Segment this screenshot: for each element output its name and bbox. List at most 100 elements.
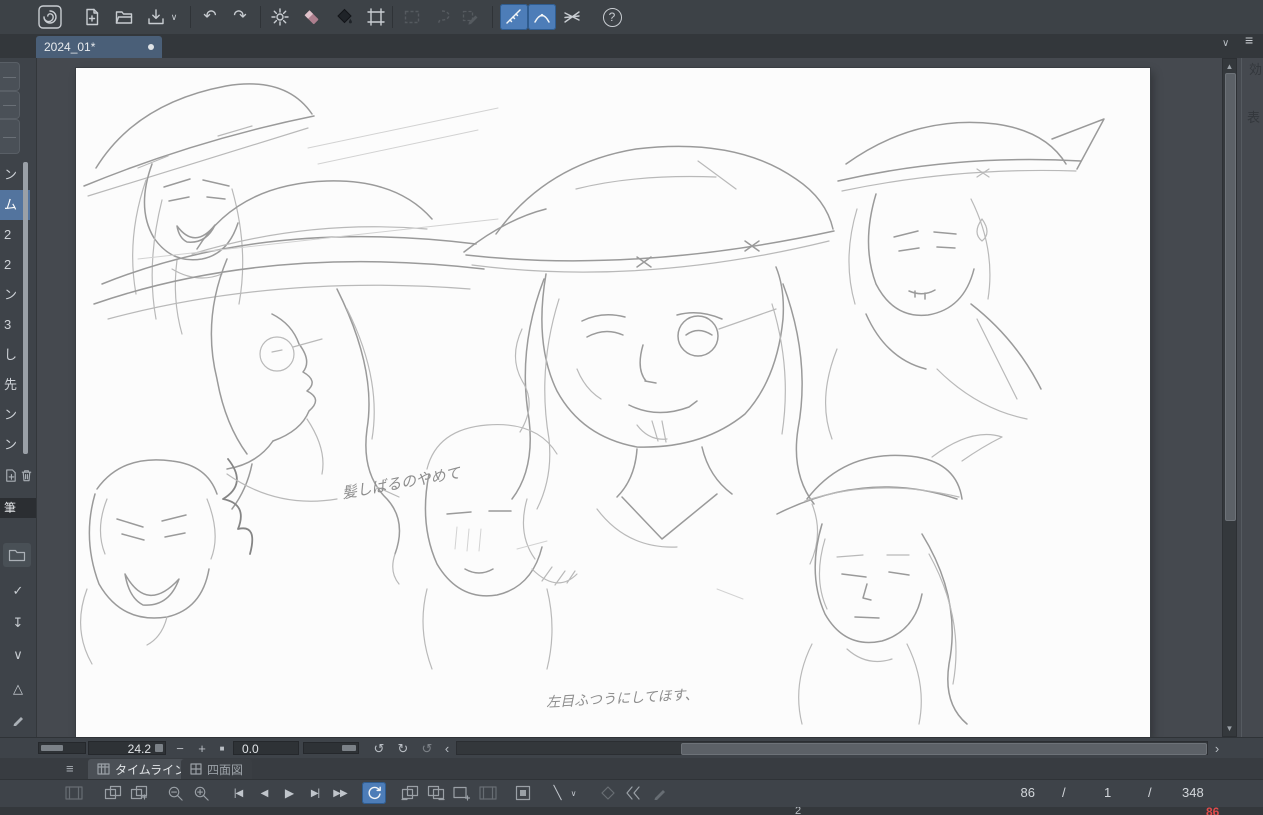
zoom-slider-thumb[interactable] bbox=[41, 745, 63, 751]
zoom-slider[interactable] bbox=[38, 742, 86, 754]
subtool-scrollbar[interactable] bbox=[23, 162, 28, 454]
line-tool-button[interactable]: ╲ bbox=[548, 782, 566, 804]
snap-to-grid-button[interactable] bbox=[558, 4, 586, 30]
snap-curve-icon bbox=[532, 7, 552, 27]
next-frame-button[interactable]: ▶| bbox=[303, 782, 327, 804]
previous-frame-button[interactable]: ◀ bbox=[252, 782, 276, 804]
vertical-scrollbar-thumb[interactable] bbox=[1225, 73, 1236, 521]
tab-timeline[interactable]: タイムライン bbox=[88, 759, 195, 779]
new-subtool-button[interactable] bbox=[3, 468, 18, 486]
drawing-canvas[interactable]: 髪しばるのやめて 左目ふつうにしてほす、 bbox=[76, 68, 1150, 737]
deselect-button[interactable] bbox=[398, 4, 426, 30]
scroll-left-arrow[interactable]: ‹ bbox=[440, 740, 454, 757]
collapsed-panel-fragment[interactable] bbox=[0, 62, 20, 91]
play-button[interactable]: ▶ bbox=[277, 782, 301, 804]
open-file-button[interactable] bbox=[110, 4, 138, 30]
clear-button[interactable] bbox=[266, 4, 294, 30]
palette-band-brush[interactable]: 筆 bbox=[0, 498, 36, 518]
vertical-scrollbar[interactable]: ▲ ▼ bbox=[1222, 58, 1237, 737]
reset-rotation-button[interactable]: ↺ bbox=[416, 740, 438, 757]
new-cel-folder-button[interactable] bbox=[127, 782, 151, 804]
timeline-controls-row: |◀ ◀ ▶ ▶| ▶▶ ╲ ∨ bbox=[0, 779, 1263, 807]
fill-button[interactable] bbox=[330, 4, 358, 30]
onion-skin-prev-button[interactable] bbox=[398, 782, 422, 804]
scroll-right-arrow[interactable]: › bbox=[1210, 740, 1224, 757]
tab-four-view[interactable]: 四面図 bbox=[181, 759, 252, 779]
timeline-ruler[interactable]: 2 86 bbox=[0, 807, 1263, 815]
timeline-tab-bar: ≡ タイムライン 四面図 bbox=[0, 758, 1263, 780]
zoom-value[interactable]: 24.2 bbox=[88, 741, 166, 755]
timeline-zoom-out-button[interactable] bbox=[163, 782, 187, 804]
collapsed-panel-fragment[interactable] bbox=[0, 119, 20, 154]
invert-selection-button[interactable] bbox=[428, 4, 456, 30]
ruler-current-frame-marker: 86 bbox=[1206, 807, 1219, 815]
frame-separator: / bbox=[1148, 785, 1152, 800]
undo-button[interactable]: ↶ bbox=[196, 4, 224, 30]
expand-button[interactable]: ∨ bbox=[6, 644, 30, 666]
keyframe-button[interactable] bbox=[596, 782, 620, 804]
document-tab[interactable]: 2024_01* bbox=[36, 36, 162, 58]
chevron-down-icon: ∨ bbox=[171, 13, 178, 22]
zoom-spin-handle[interactable] bbox=[155, 744, 163, 752]
horizontal-scrollbar[interactable] bbox=[456, 741, 1208, 755]
frame-rate-button[interactable] bbox=[622, 782, 646, 804]
rotation-slider-thumb[interactable] bbox=[342, 745, 356, 751]
new-file-button[interactable] bbox=[78, 4, 106, 30]
redo-button[interactable]: ↷ bbox=[226, 4, 254, 30]
chevron-down-icon: ∨ bbox=[1222, 38, 1229, 49]
snap-to-special-ruler-button[interactable] bbox=[528, 4, 556, 30]
rotation-value[interactable]: 0.0 bbox=[233, 741, 299, 755]
onion-skin-next-button[interactable] bbox=[424, 782, 448, 804]
loop-playback-button[interactable] bbox=[362, 782, 386, 804]
triangle-tool-button[interactable]: △ bbox=[6, 678, 30, 700]
selection-pen-button[interactable] bbox=[456, 4, 484, 30]
document-tab-title: 2024_01* bbox=[44, 40, 95, 54]
save-menu-chevron[interactable]: ∨ bbox=[166, 4, 182, 30]
skip-to-start-button[interactable]: |◀ bbox=[226, 782, 250, 804]
sketch-character-bottom-center bbox=[423, 425, 577, 669]
onion-skin-toggle-button[interactable] bbox=[511, 782, 535, 804]
pencil-tool-button[interactable] bbox=[6, 708, 30, 730]
collapsed-panel-fragment[interactable] bbox=[0, 91, 20, 119]
new-file-icon bbox=[82, 7, 102, 27]
tab-list-button[interactable]: ∨ bbox=[1222, 38, 1229, 49]
scroll-down-arrow[interactable]: ▼ bbox=[1223, 722, 1236, 735]
line-tool-chevron[interactable]: ∨ bbox=[566, 782, 580, 804]
horizontal-scrollbar-thumb[interactable] bbox=[681, 743, 1207, 755]
redo-icon: ↷ bbox=[233, 9, 246, 25]
zoom-out-button[interactable]: − bbox=[170, 740, 190, 757]
new-cel-button[interactable] bbox=[101, 782, 125, 804]
check-toggle-button[interactable]: ✓ bbox=[6, 580, 30, 602]
frame-settings-button[interactable] bbox=[62, 782, 86, 804]
canvas-size-button[interactable] bbox=[362, 4, 390, 30]
right-panel-label-effects: 効 bbox=[1249, 59, 1262, 78]
film-plus-icon bbox=[453, 786, 471, 801]
timeline-tab-icon bbox=[97, 763, 110, 775]
skip-to-end-button[interactable]: ▶▶ bbox=[328, 782, 352, 804]
rotate-cw-button[interactable]: ↻ bbox=[392, 740, 414, 757]
snap-to-ruler-button[interactable] bbox=[500, 4, 528, 30]
new-animation-cel-button[interactable] bbox=[450, 782, 474, 804]
scroll-up-arrow[interactable]: ▲ bbox=[1223, 60, 1236, 73]
rotation-slider[interactable] bbox=[303, 742, 359, 754]
cel-specification-button[interactable] bbox=[476, 782, 500, 804]
delete-subtool-button[interactable] bbox=[19, 468, 34, 486]
eraser-button[interactable] bbox=[298, 4, 326, 30]
panel-menu-button[interactable]: ≡ bbox=[1245, 32, 1253, 48]
edit-timeline-button[interactable] bbox=[648, 782, 672, 804]
sketch-character-bottom-right bbox=[777, 435, 1002, 725]
line-icon: ╲ bbox=[554, 785, 561, 801]
toolbar-separator bbox=[492, 6, 493, 28]
zoom-in-button[interactable]: + bbox=[192, 740, 212, 757]
fit-to-screen-button[interactable]: ■ bbox=[213, 740, 231, 757]
timeline-menu-button[interactable]: ≡ bbox=[66, 761, 74, 776]
loop-icon bbox=[366, 785, 383, 802]
panel-splitter[interactable] bbox=[1241, 58, 1242, 737]
rotate-ccw-button[interactable]: ↺ bbox=[368, 740, 390, 757]
import-button[interactable]: ↧ bbox=[6, 612, 30, 634]
material-folder-button[interactable] bbox=[3, 543, 31, 567]
help-button[interactable]: ? bbox=[598, 4, 626, 30]
onion-skin-icon bbox=[515, 785, 531, 801]
selection-pen-icon bbox=[460, 7, 480, 27]
timeline-zoom-in-button[interactable] bbox=[189, 782, 213, 804]
